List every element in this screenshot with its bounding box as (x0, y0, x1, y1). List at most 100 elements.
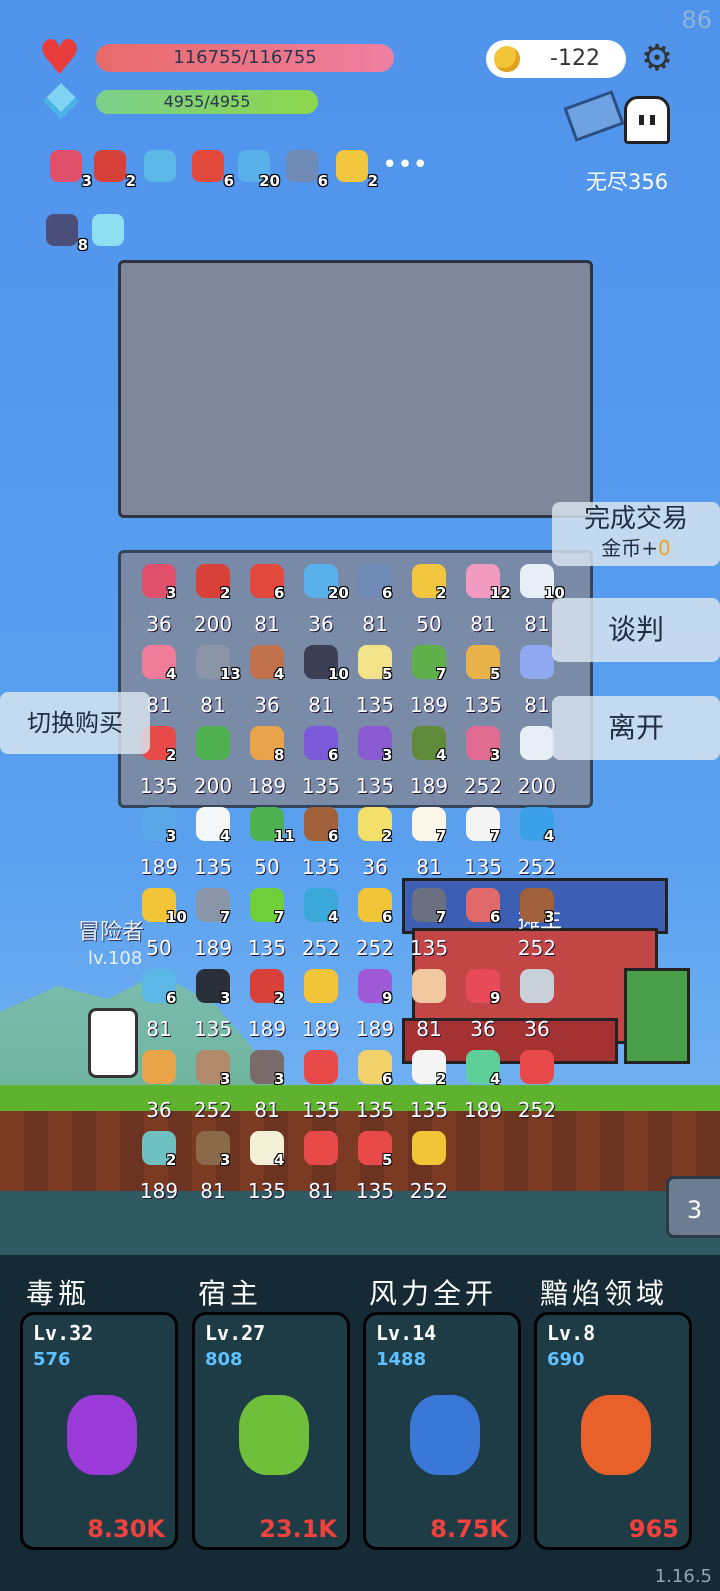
shop-item[interactable]: 7 189 (186, 884, 240, 962)
shop-item[interactable]: 6 135 (294, 803, 348, 881)
shop-item[interactable]: 4 252 (294, 884, 348, 962)
skill-power: 1488 (376, 1349, 427, 1370)
shop-item[interactable]: 12 81 (456, 560, 511, 638)
ghost-icon[interactable] (624, 96, 670, 144)
shop-item[interactable]: 5 135 (348, 1127, 402, 1205)
shop-item[interactable]: 5 135 (348, 641, 402, 719)
shop-item[interactable]: 11 50 (240, 803, 295, 881)
shop-item[interactable]: 4 189 (456, 1046, 510, 1124)
shop-item[interactable]: 252 (402, 1127, 456, 1205)
shop-item[interactable]: 6 135 (348, 1046, 402, 1124)
shop-item[interactable]: 5 135 (456, 641, 510, 719)
book-icon (142, 1050, 176, 1084)
shop-item[interactable]: 3 252 (456, 722, 510, 800)
status-item[interactable]: 20 (236, 148, 280, 190)
shop-item[interactable]: 3 135 (186, 965, 240, 1043)
shop-item[interactable]: 7 135 (402, 884, 456, 962)
shop-item[interactable]: 6 (456, 884, 510, 962)
shop-item[interactable]: 6 135 (294, 722, 348, 800)
shop-item[interactable]: 3 189 (132, 803, 186, 881)
shop-item[interactable]: 3 252 (510, 884, 564, 962)
shop-item-count: 9 (382, 989, 393, 1007)
skill-card[interactable]: Lv.27 808 23.1K (192, 1312, 350, 1550)
status-item[interactable] (142, 148, 178, 184)
blue-feather-icon (410, 1395, 480, 1475)
shop-item-count: 3 (166, 827, 177, 845)
shop-item[interactable]: 3 36 (132, 560, 186, 638)
shop-item[interactable]: 9 36 (456, 965, 510, 1043)
shop-item[interactable]: 3 81 (186, 1127, 240, 1205)
shop-item[interactable]: 4 135 (240, 1127, 294, 1205)
shop-item[interactable]: 7 189 (402, 641, 456, 719)
complete-deal-button[interactable]: 完成交易 金币+0 (552, 502, 720, 566)
skill-damage: 23.1K (259, 1515, 337, 1543)
shop-item[interactable]: 7 135 (456, 803, 510, 881)
gear-icon[interactable]: ⚙ (638, 40, 676, 78)
negotiate-button[interactable]: 谈判 (552, 598, 720, 662)
shop-item[interactable]: 81 (294, 1127, 348, 1205)
shop-item-count: 6 (490, 908, 501, 926)
status-item[interactable]: 3 (48, 148, 92, 190)
shop-item[interactable]: 3 252 (186, 1046, 240, 1124)
status-item-count: 3 (81, 172, 92, 190)
shop-item[interactable]: 36 (132, 1046, 186, 1124)
mushroom-icon (192, 150, 224, 182)
skill-card[interactable]: Lv.32 576 8.30K (20, 1312, 178, 1550)
status-item[interactable]: 2 (92, 148, 136, 190)
status-item-count: 2 (125, 172, 136, 190)
shop-item[interactable]: 6 81 (132, 965, 186, 1043)
magnifier-icon (144, 150, 176, 182)
shop-item[interactable]: 6 81 (348, 560, 402, 638)
skill-card[interactable]: Lv.8 690 965 (534, 1312, 692, 1550)
shop-item-count: 2 (274, 989, 285, 1007)
shop-item[interactable]: 2 189 (240, 965, 294, 1043)
status-item[interactable]: 6 (284, 148, 328, 190)
status-item[interactable]: 2 (334, 148, 378, 190)
shop-item[interactable]: 6 252 (348, 884, 402, 962)
shop-item[interactable]: 189 (294, 965, 348, 1043)
shop-item[interactable]: 7 135 (240, 884, 294, 962)
shop-item[interactable]: 7 81 (402, 803, 456, 881)
shop-item[interactable]: 2 200 (186, 560, 240, 638)
shop-item[interactable]: 135 (294, 1046, 348, 1124)
shop-item[interactable]: 4 189 (402, 722, 456, 800)
shop-item[interactable]: 10 50 (132, 884, 187, 962)
shop-item[interactable]: 13 81 (186, 641, 241, 719)
shop-item[interactable]: 8 189 (240, 722, 294, 800)
shop-item[interactable]: 252 (510, 1046, 564, 1124)
shop-item[interactable]: 2 36 (348, 803, 402, 881)
switch-buy-button[interactable]: 切换购买 (0, 692, 150, 754)
shop-item[interactable]: 4 135 (186, 803, 240, 881)
shop-item[interactable]: 81 (402, 965, 456, 1043)
shop-item[interactable]: 3 135 (348, 722, 402, 800)
shop-item[interactable]: 9 189 (348, 965, 402, 1043)
skill-card[interactable]: Lv.14 1488 8.75K (363, 1312, 521, 1550)
status-item[interactable]: 8 (44, 212, 88, 254)
skill-power: 690 (547, 1349, 585, 1370)
shop-item[interactable]: 3 81 (240, 1046, 294, 1124)
shop-item-price: 252 (517, 1098, 557, 1122)
shop-item[interactable]: 4 36 (240, 641, 294, 719)
side-tab[interactable]: 3 (666, 1176, 720, 1238)
shop-item[interactable]: 200 (186, 722, 240, 800)
jam-jar-icon (50, 150, 82, 182)
more-icon[interactable]: ••• (382, 150, 428, 180)
shop-item-count: 3 (220, 1151, 231, 1169)
gold-counter: -122 (486, 40, 626, 78)
leave-button[interactable]: 离开 (552, 696, 720, 760)
shop-item[interactable]: 2 189 (132, 1127, 186, 1205)
shop-item[interactable]: 4 252 (510, 803, 564, 881)
status-item[interactable]: 6 (190, 148, 234, 190)
shop-item[interactable]: 20 36 (294, 560, 349, 638)
shop-item-count: 4 (220, 827, 231, 845)
shop-item-count: 2 (220, 584, 231, 602)
poison-flask-icon (67, 1395, 137, 1475)
shop-item[interactable]: 2 50 (402, 560, 456, 638)
deal-gold-prefix: 金币+ (601, 536, 659, 560)
shop-item[interactable]: 2 135 (402, 1046, 456, 1124)
shop-item-count: 2 (436, 584, 447, 602)
status-item[interactable] (90, 212, 126, 248)
shop-item[interactable]: 10 81 (294, 641, 349, 719)
shop-item[interactable]: 36 (510, 965, 564, 1043)
shop-item[interactable]: 6 81 (240, 560, 294, 638)
